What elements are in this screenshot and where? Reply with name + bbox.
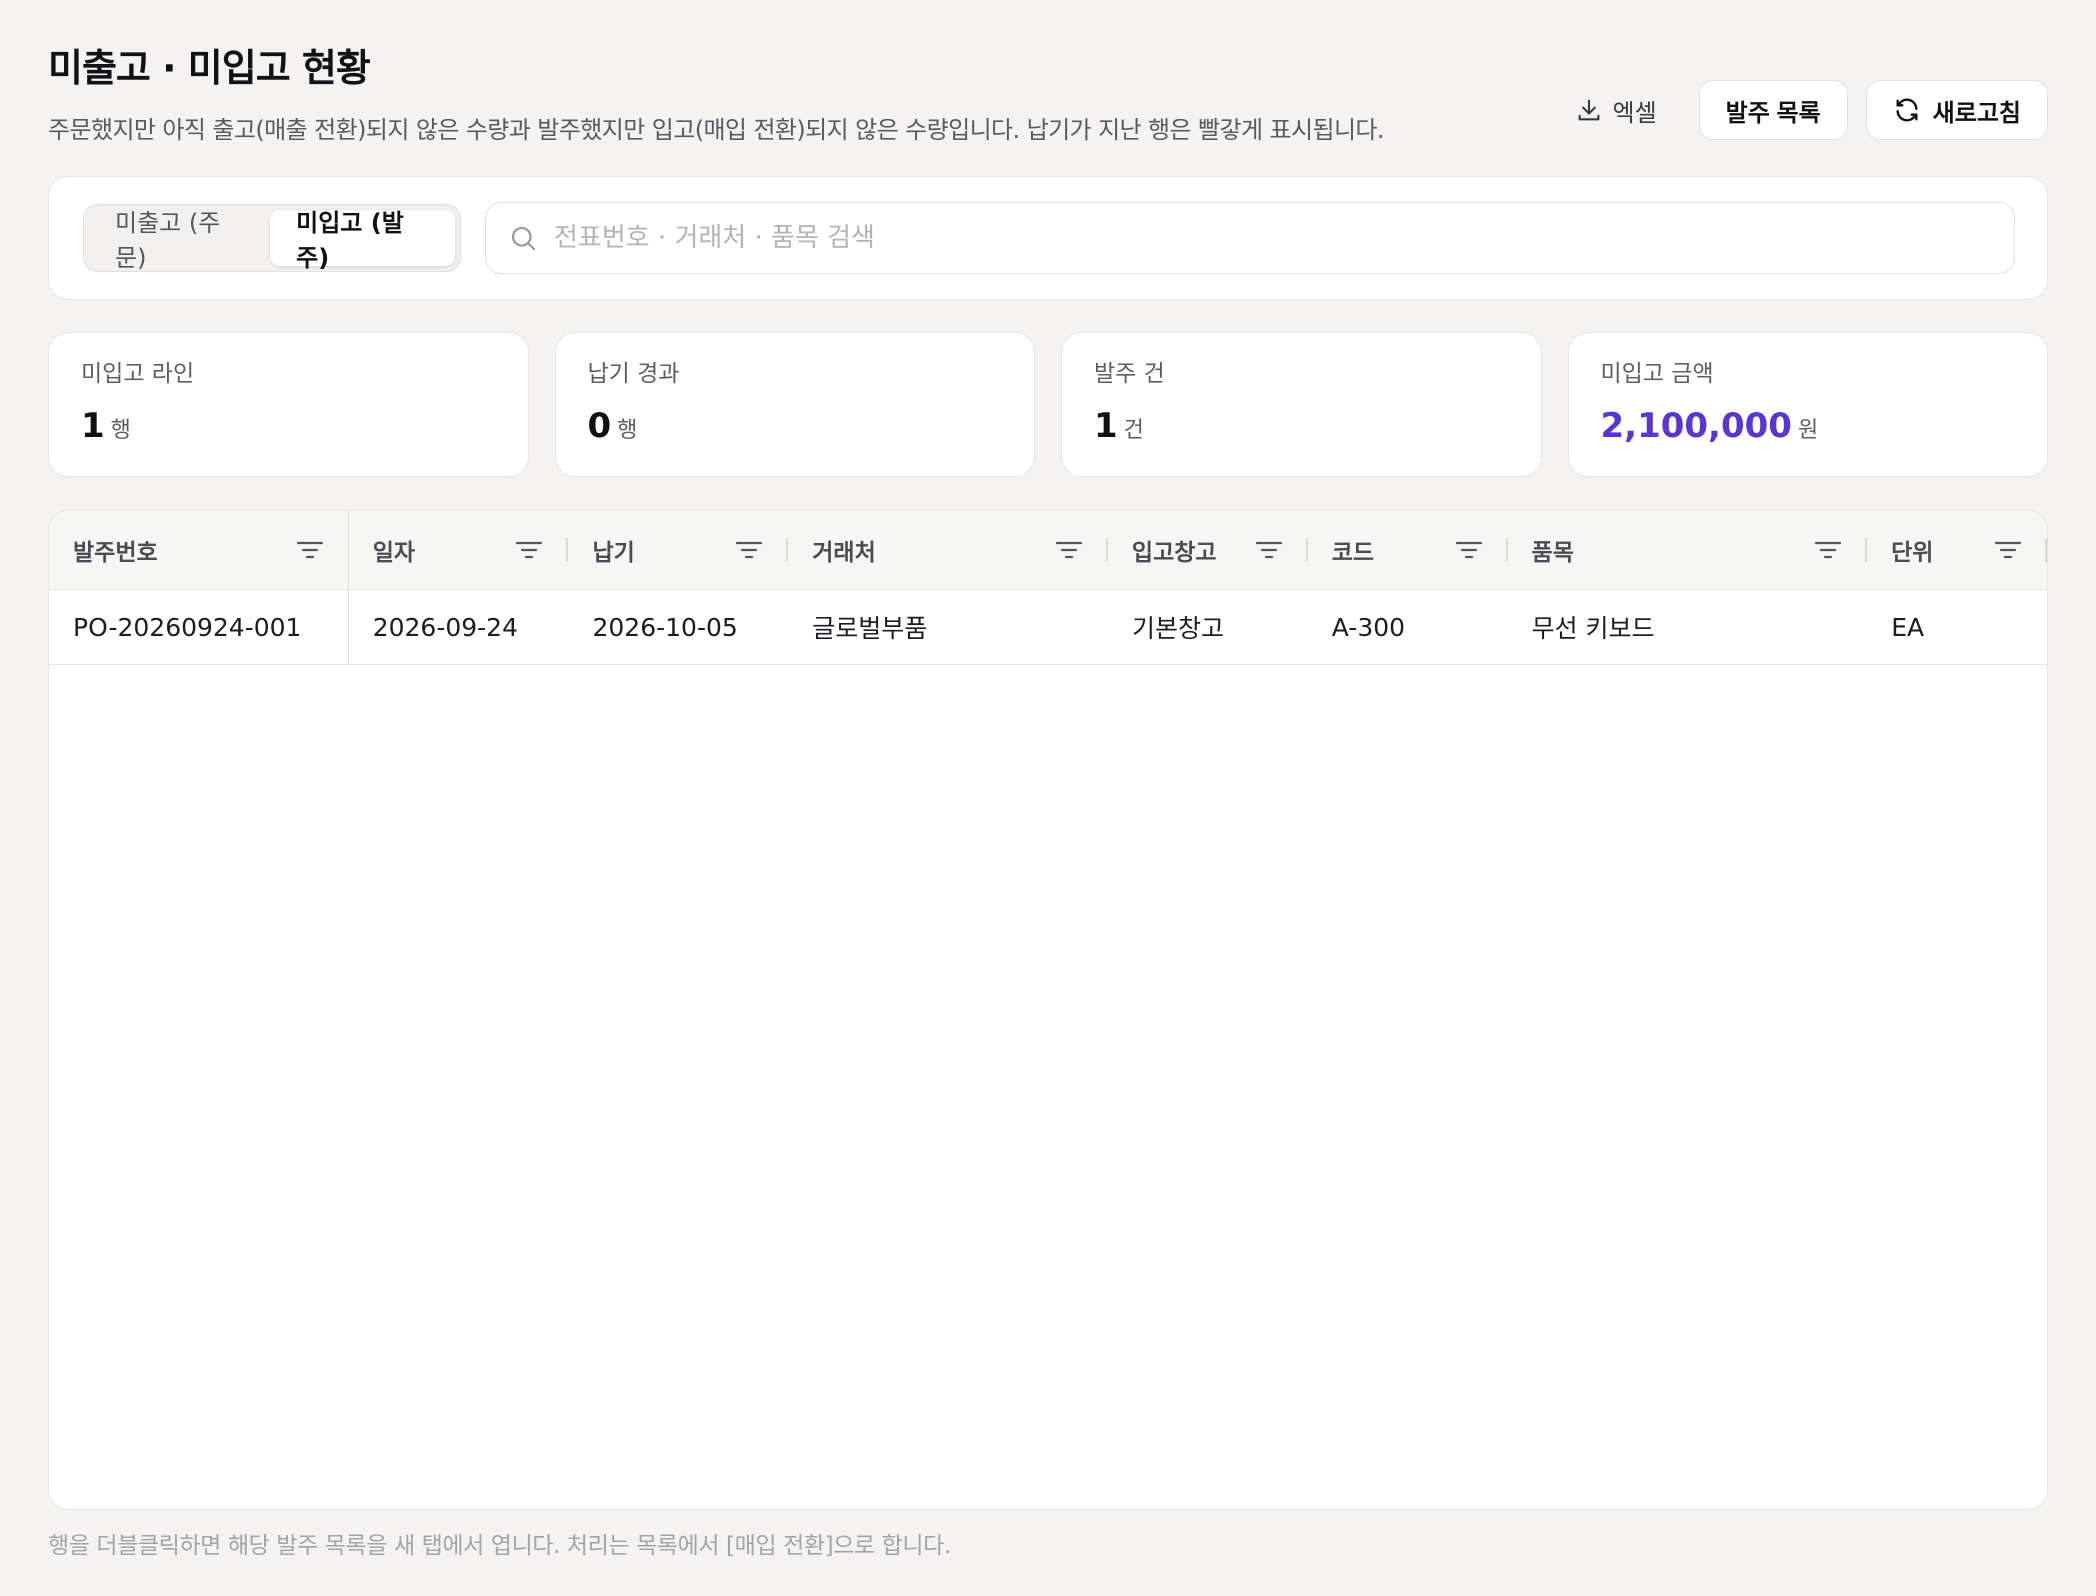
- search-box: [485, 202, 2015, 274]
- table-row[interactable]: PO-20260924-001 2026-09-24 2026-10-05 글로…: [49, 590, 2047, 665]
- column-header-unit[interactable]: 단위: [1867, 511, 2047, 589]
- stat-unit: 행: [617, 418, 638, 443]
- page-header: 미출고 · 미입고 현황 주문했지만 아직 출고(매출 전환)되지 않은 수량과…: [48, 44, 2048, 144]
- filter-icon[interactable]: [1254, 538, 1284, 562]
- stat-po-count: 발주 건 1 건: [1061, 332, 1542, 477]
- filter-icon[interactable]: [1993, 538, 2023, 562]
- column-header-code[interactable]: 코드: [1308, 511, 1508, 589]
- summary-stats: 미입고 라인 1 행 납기 경과 0 행 발주 건 1 건 미입고 금액 2,1…: [48, 332, 2048, 477]
- refresh-button-label: 새로고침: [1932, 99, 2021, 127]
- stat-value: 1: [81, 406, 105, 446]
- tab-unshipped-orders[interactable]: 미출고 (주문): [89, 209, 270, 272]
- cell-item: 무선 키보드: [1531, 614, 1655, 643]
- column-header-label: 발주번호: [73, 540, 158, 566]
- data-grid: 발주번호 일자 납기 거래처 입고창고 코드 품목 단위 PO-20260924…: [48, 510, 2048, 1510]
- filter-icon[interactable]: [1813, 538, 1843, 562]
- stat-unit: 행: [110, 418, 131, 443]
- po-list-button[interactable]: 발주 목록: [1698, 80, 1848, 140]
- tab-unreceived-po[interactable]: 미입고 (발주): [270, 209, 455, 272]
- stat-overdue: 납기 경과 0 행: [554, 332, 1035, 477]
- stat-unit: 원: [1797, 418, 1819, 443]
- column-header-label: 품목: [1531, 540, 1574, 566]
- stat-unit: 건: [1123, 418, 1144, 443]
- stat-value: 0: [587, 406, 612, 446]
- cell-po-number: PO-20260924-001: [49, 590, 349, 664]
- column-header-label: 입고창고: [1131, 540, 1217, 566]
- cell-vendor: 글로벌부품: [812, 614, 928, 643]
- column-header-label: 단위: [1891, 540, 1934, 566]
- cell-unit: EA: [1891, 612, 1925, 642]
- cell-code: A-300: [1331, 612, 1406, 642]
- header-actions: 엑셀 발주 목록 새로고침: [1551, 80, 2048, 140]
- column-header-warehouse[interactable]: 입고창고: [1108, 511, 1308, 589]
- column-header-po-number[interactable]: 발주번호: [49, 511, 349, 589]
- stat-label: 미입고 라인: [81, 361, 195, 387]
- column-header-vendor[interactable]: 거래처: [788, 511, 1108, 589]
- stat-unreceived-lines: 미입고 라인 1 행: [48, 332, 529, 477]
- column-header-label: 코드: [1331, 540, 1375, 566]
- column-header-date[interactable]: 일자: [349, 511, 569, 589]
- grid-header: 발주번호 일자 납기 거래처 입고창고 코드 품목 단위: [49, 511, 2047, 590]
- column-header-due-date[interactable]: 납기: [568, 511, 789, 589]
- refresh-button[interactable]: 새로고침: [1865, 80, 2048, 140]
- column-header-label: 일자: [372, 540, 416, 566]
- filter-icon[interactable]: [1454, 538, 1484, 562]
- stat-value: 2,100,000: [1600, 406, 1792, 446]
- footer-note: 행을 더블클릭하면 해당 발주 목록을 새 탭에서 엽니다. 처리는 목록에서 …: [48, 1533, 951, 1559]
- stat-unreceived-amount: 미입고 금액 2,100,000 원: [1567, 332, 2048, 477]
- stat-label: 납기 경과: [587, 361, 680, 387]
- cell-warehouse: 기본창고: [1131, 614, 1224, 643]
- cell-due-date: 2026-10-05: [592, 612, 738, 642]
- stat-value: 1: [1094, 406, 1118, 446]
- search-icon: [511, 226, 536, 251]
- cell-date: 2026-09-24: [372, 612, 518, 642]
- excel-button-label: 엑셀: [1612, 99, 1657, 127]
- stat-label: 발주 건: [1094, 361, 1165, 387]
- po-list-button-label: 발주 목록: [1725, 99, 1821, 127]
- stat-label: 미입고 금액: [1600, 361, 1714, 387]
- filter-icon[interactable]: [1054, 538, 1084, 562]
- filter-card: 미출고 (주문) 미입고 (발주): [48, 176, 2048, 300]
- column-header-label: 거래처: [812, 540, 876, 566]
- filter-icon[interactable]: [514, 538, 544, 562]
- filter-icon[interactable]: [295, 538, 325, 562]
- excel-button[interactable]: 엑셀: [1551, 80, 1681, 140]
- download-icon: [1578, 99, 1599, 121]
- column-header-label: 납기: [592, 540, 635, 566]
- refresh-icon: [1896, 98, 1918, 122]
- column-header-item[interactable]: 품목: [1508, 511, 1868, 589]
- view-toggle: 미출고 (주문) 미입고 (발주): [83, 204, 461, 272]
- filter-icon[interactable]: [734, 538, 764, 562]
- search-input[interactable]: [554, 223, 1954, 253]
